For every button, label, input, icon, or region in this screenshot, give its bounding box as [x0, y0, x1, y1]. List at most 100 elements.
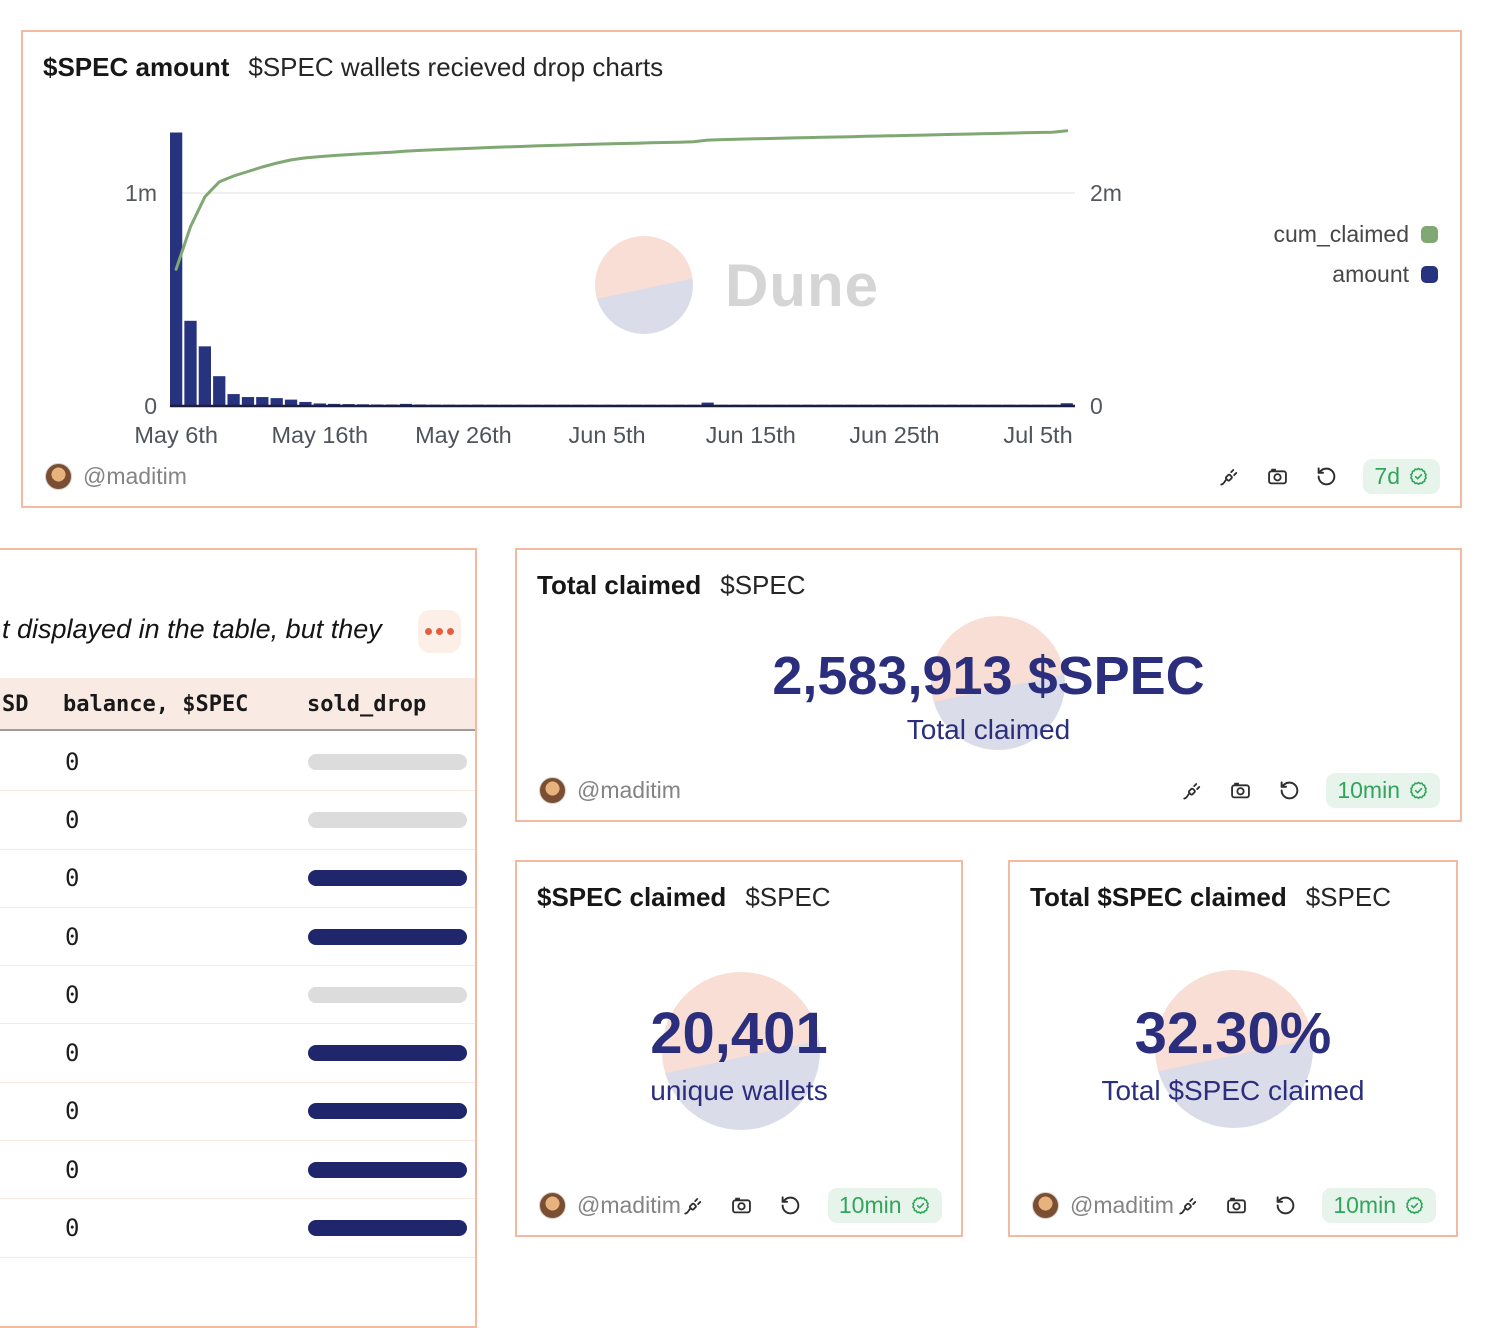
refresh-button[interactable]	[1273, 1193, 1297, 1217]
legend-item-amount[interactable]: amount	[1274, 258, 1439, 291]
x-axis-tick-label: Jun 25th	[849, 422, 939, 448]
balance-cell: 0	[65, 1097, 79, 1125]
counter-value: 2,583,913 $SPEC	[517, 646, 1460, 706]
legend-swatch	[1421, 226, 1438, 243]
author-link[interactable]: @maditim	[1032, 1192, 1174, 1219]
sold-drop-bar	[308, 812, 467, 828]
avatar	[539, 777, 566, 804]
undo-refresh-icon	[1278, 779, 1301, 802]
query-plug-button[interactable]	[1216, 464, 1240, 488]
table-note-text: t displayed in the table, but they	[2, 614, 382, 645]
verified-seal-icon	[910, 1195, 931, 1216]
screenshot-button[interactable]	[1228, 778, 1252, 802]
counter: 20,401 unique wallets	[517, 1002, 961, 1107]
panel-subtitle: $SPEC	[1306, 882, 1391, 913]
refresh-age-label: 10min	[1337, 777, 1400, 804]
author-link[interactable]: @maditim	[539, 1192, 681, 1219]
refresh-button[interactable]	[1277, 778, 1301, 802]
verified-seal-icon	[1408, 466, 1429, 487]
amount-bar	[256, 397, 268, 406]
total-claimed-panel: Total claimed $SPEC 2,583,913 $SPEC Tota…	[515, 548, 1462, 822]
query-plug-button[interactable]	[1179, 778, 1203, 802]
table-body: 000000000	[0, 733, 475, 1258]
verified-seal-icon	[1404, 1195, 1425, 1216]
sold-drop-bar	[308, 1220, 467, 1236]
legend-item-cum_claimed[interactable]: cum_claimed	[1274, 218, 1439, 251]
table-row: 0	[0, 1199, 475, 1257]
x-axis-tick-label: Jun 15th	[706, 422, 796, 448]
screenshot-button[interactable]	[1224, 1193, 1248, 1217]
author-link[interactable]: @maditim	[45, 463, 187, 490]
ellipsis-icon	[425, 628, 432, 635]
refresh-age-badge[interactable]: 7d	[1363, 459, 1440, 494]
pct-claimed-panel: Total $SPEC claimed $SPEC 32.30% Total $…	[1008, 860, 1458, 1237]
table-row: 0	[0, 791, 475, 849]
undo-refresh-icon	[1274, 1194, 1297, 1217]
balance-cell: 0	[65, 1039, 79, 1067]
panel-title: Total claimed	[537, 570, 701, 601]
sold-drop-bar	[308, 870, 467, 886]
refresh-age-label: 7d	[1374, 463, 1400, 490]
counter: 32.30% Total $SPEC claimed	[1010, 1002, 1456, 1107]
camera-icon	[1225, 1194, 1248, 1217]
avatar	[539, 1192, 566, 1219]
refresh-age-label: 10min	[1333, 1192, 1396, 1219]
counter-label: Total claimed	[517, 714, 1460, 746]
legend-label: amount	[1332, 261, 1409, 288]
drop-chart-canvas[interactable]: 01m02mMay 6thMay 16thMay 26thJun 5thJun …	[21, 30, 1462, 508]
counter: 2,583,913 $SPEC Total claimed	[517, 646, 1460, 746]
amount-bar	[199, 346, 211, 406]
pct-claimed-title-row: Total $SPEC claimed $SPEC	[1030, 882, 1391, 913]
spec-claimed-panel: $SPEC claimed $SPEC 20,401 unique wallet…	[515, 860, 963, 1237]
refresh-button[interactable]	[779, 1193, 803, 1217]
sold-drop-bar	[308, 1045, 467, 1061]
table-menu-button[interactable]	[418, 610, 461, 653]
author-name: @maditim	[577, 777, 681, 804]
balance-cell: 0	[65, 806, 79, 834]
legend-label: cum_claimed	[1274, 221, 1410, 248]
plug-icon	[681, 1194, 704, 1217]
sold-drop-bar	[308, 1103, 467, 1119]
y-axis-left-tick-label: 0	[144, 393, 157, 419]
table-row: 0	[0, 1024, 475, 1082]
panel-title: $SPEC claimed	[537, 882, 726, 913]
author-link[interactable]: @maditim	[539, 777, 681, 804]
sold-drop-bar	[308, 754, 467, 770]
plug-icon	[1176, 1194, 1199, 1217]
table-row: 0	[0, 1083, 475, 1141]
amount-bar	[227, 394, 239, 406]
screenshot-button[interactable]	[1265, 464, 1289, 488]
query-plug-button[interactable]	[681, 1193, 705, 1217]
table-header-row: SD balance, $SPEC sold_drop	[0, 678, 475, 731]
panel-subtitle: $SPEC	[745, 882, 830, 913]
camera-icon	[730, 1194, 753, 1217]
table-row: 0	[0, 966, 475, 1024]
refresh-age-badge[interactable]: 10min	[1322, 1188, 1436, 1223]
balance-cell: 0	[65, 1214, 79, 1242]
refresh-age-badge[interactable]: 10min	[1326, 773, 1440, 808]
column-header-usd[interactable]: SD	[2, 692, 29, 717]
x-axis-tick-label: May 6th	[134, 422, 218, 448]
sold-drop-bar	[308, 929, 467, 945]
counter-value: 20,401	[517, 1002, 961, 1067]
counter-label: Total $SPEC claimed	[1010, 1075, 1456, 1107]
column-header-balance[interactable]: balance, $SPEC	[63, 692, 248, 717]
avatar	[45, 463, 72, 490]
legend-swatch	[1421, 266, 1438, 283]
column-header-sold-drop[interactable]: sold_drop	[307, 692, 426, 717]
refresh-button[interactable]	[1314, 464, 1338, 488]
cum-claimed-line	[176, 131, 1067, 269]
balance-cell: 0	[65, 923, 79, 951]
x-axis-tick-label: May 16th	[271, 422, 368, 448]
chart-legend: cum_claimedamount	[1274, 218, 1439, 291]
table-row: 0	[0, 733, 475, 791]
screenshot-button[interactable]	[730, 1193, 754, 1217]
y-axis-left-tick-label: 1m	[125, 180, 157, 206]
amount-bar	[242, 397, 254, 406]
amount-bar	[184, 321, 196, 406]
chart-actions: 7d	[1216, 459, 1440, 494]
author-name: @maditim	[577, 1192, 681, 1219]
amount-bar	[213, 376, 225, 406]
refresh-age-badge[interactable]: 10min	[828, 1188, 942, 1223]
query-plug-button[interactable]	[1175, 1193, 1199, 1217]
